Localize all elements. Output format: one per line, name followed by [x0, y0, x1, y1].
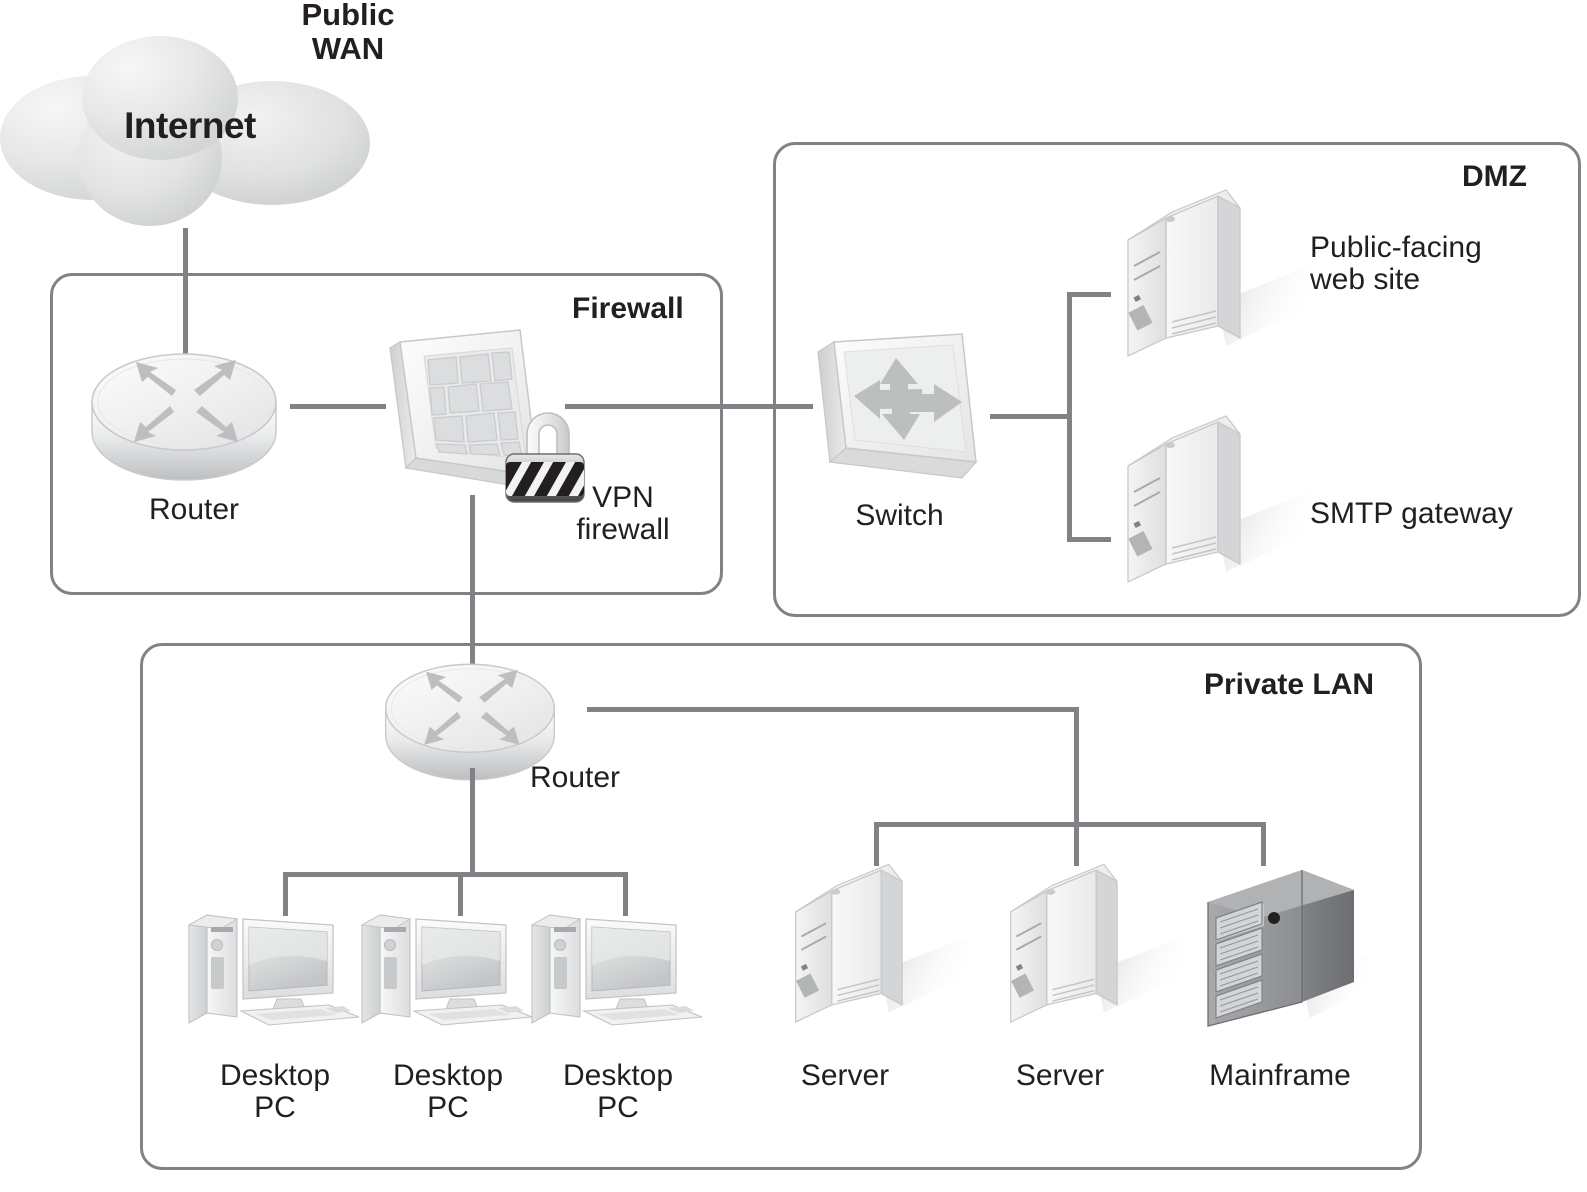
- server-right-face: [1217, 194, 1241, 340]
- pc-tower-side: [188, 914, 208, 1024]
- wire-switch-to-dmz-bus: [990, 414, 1072, 419]
- lan-router[interactable]: [382, 650, 558, 781]
- desktop-pc-2-label: Desktop PC: [392, 1059, 504, 1125]
- server-right-face: [1217, 420, 1241, 566]
- network-diagram-canvas: Public WAN Internet Firewall Router VPN …: [0, 0, 1587, 1192]
- edge-router-label: Router: [148, 493, 240, 526]
- web-server-label: Public-facing web site: [1310, 231, 1482, 297]
- desktop-pc-3-label: Desktop PC: [562, 1059, 674, 1125]
- dmz-vertical-bus: [1067, 292, 1072, 542]
- wire-to-lan-server-1: [874, 822, 879, 866]
- dmz-switch-label: Switch: [855, 499, 944, 532]
- desktop-pc-2[interactable]: [358, 905, 538, 1035]
- wire-lan-router-to-servers-bus: [587, 707, 1079, 712]
- wire-lan-router-to-pc-bus: [470, 768, 475, 876]
- edge-router[interactable]: [88, 340, 280, 481]
- wire-to-lan-server-2: [1074, 822, 1079, 866]
- lan-router-label: Router: [530, 761, 621, 794]
- lan-server-1-label: Server: [800, 1059, 890, 1092]
- mainframe[interactable]: [1202, 862, 1377, 1042]
- router-top: [384, 663, 556, 753]
- wire-router-to-firewall: [290, 404, 386, 409]
- wire-to-mainframe: [1261, 822, 1266, 866]
- desktop-pc-1-label: Desktop PC: [219, 1059, 331, 1125]
- smtp-server[interactable]: [1122, 415, 1322, 602]
- desktop-pc-3[interactable]: [528, 905, 708, 1035]
- mainframe-indicator: [1268, 912, 1280, 924]
- wire-dmz-bus-to-smtp-server: [1067, 537, 1111, 542]
- server-front-panel: [1127, 442, 1167, 584]
- router-top: [91, 353, 277, 451]
- desktop-pc-1[interactable]: [185, 905, 365, 1035]
- web-server[interactable]: [1122, 189, 1322, 376]
- dmz-switch[interactable]: [812, 332, 987, 487]
- smtp-server-label: SMTP gateway: [1310, 497, 1513, 530]
- zone-firewall-title: Firewall: [572, 292, 684, 325]
- lan-servers-horizontal-bus: [874, 822, 1266, 827]
- lan-server-2[interactable]: [1005, 863, 1195, 1043]
- wire-dmz-bus-to-web-server: [1067, 292, 1111, 297]
- zone-dmz-title: DMZ: [1462, 160, 1527, 193]
- vpn-firewall-label: VPN firewall: [576, 481, 670, 547]
- internet-cloud-label: Internet: [124, 105, 256, 146]
- lan-pc-horizontal-bus: [283, 872, 628, 877]
- lan-server-2-label: Server: [1015, 1059, 1105, 1092]
- mainframe-label: Mainframe: [1209, 1059, 1351, 1092]
- server-front-panel: [1127, 216, 1167, 358]
- zone-lan-title: Private LAN: [1204, 668, 1375, 701]
- wire-lan-servers-bus-drop: [1074, 707, 1079, 827]
- lan-server-1[interactable]: [790, 863, 980, 1043]
